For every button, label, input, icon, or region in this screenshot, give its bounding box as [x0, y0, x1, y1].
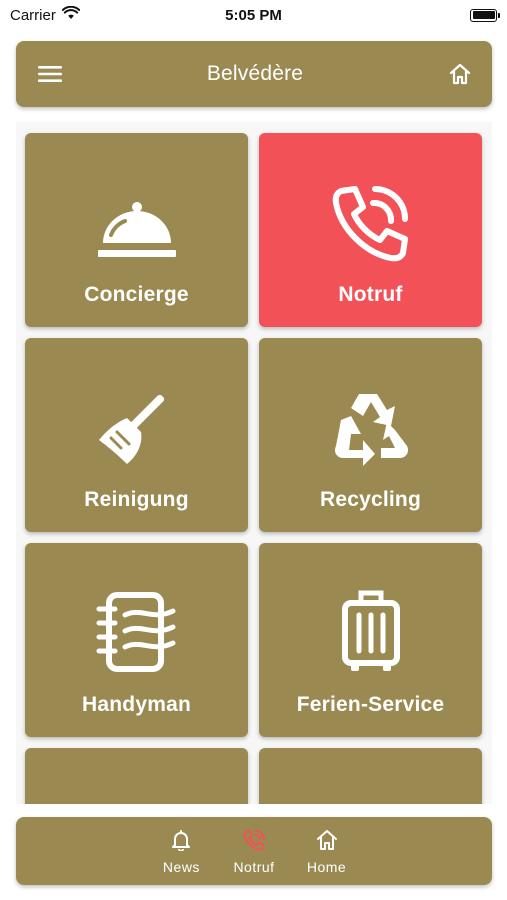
broom-icon [97, 358, 177, 478]
notebook-icon [95, 563, 179, 683]
tile-ferien-service[interactable]: Ferien-Service [259, 543, 482, 737]
page-title: Belvédère [206, 62, 304, 85]
tile-recycling[interactable]: Recycling [259, 338, 482, 532]
status-bar: Carrier 5:05 PM [0, 0, 507, 30]
tile-label: Recycling [319, 488, 421, 511]
book-icon [97, 768, 177, 804]
nav-label: News [162, 859, 200, 875]
nav-item-notruf[interactable]: Notruf [233, 829, 274, 885]
nav-label: Notruf [233, 859, 275, 875]
tile-label: Reinigung [84, 488, 189, 511]
bottom-navigation: News Notruf Home [16, 817, 492, 885]
nav-label: Home [306, 859, 347, 875]
tile-notruf[interactable]: Notruf [259, 133, 482, 327]
carrier-label: Carrier [10, 6, 56, 24]
suitcase-icon [341, 563, 401, 683]
tile-reinigung[interactable]: Reinigung [25, 338, 248, 532]
status-left: Carrier [10, 5, 81, 24]
nav-item-home[interactable]: Home [307, 829, 347, 885]
home-icon [316, 829, 338, 856]
tile-label: Concierge [84, 283, 189, 306]
tile-concierge[interactable]: Concierge [25, 133, 248, 327]
app-header: Belvédère [16, 41, 492, 107]
home-icon[interactable] [448, 62, 472, 86]
recycle-icon [329, 358, 413, 478]
nav-item-news[interactable]: News [161, 829, 201, 885]
hamburger-menu-icon[interactable] [38, 65, 62, 83]
phone-ringing-icon [331, 153, 411, 273]
bell-icon [170, 829, 192, 856]
phone-icon [242, 829, 266, 856]
battery-icon [470, 8, 500, 22]
wifi-icon [61, 5, 81, 24]
tile-partial-right[interactable] [259, 748, 482, 804]
tile-label: Handyman [82, 693, 191, 716]
tile-label: Notruf [338, 283, 403, 306]
tile-label: Ferien-Service [296, 693, 445, 716]
service-bell-icon [95, 153, 179, 273]
tile-partial-left[interactable] [25, 748, 248, 804]
tile-handyman[interactable]: Handyman [25, 543, 248, 737]
service-grid: Concierge Notruf Reinigung Recycling Han… [16, 122, 492, 804]
